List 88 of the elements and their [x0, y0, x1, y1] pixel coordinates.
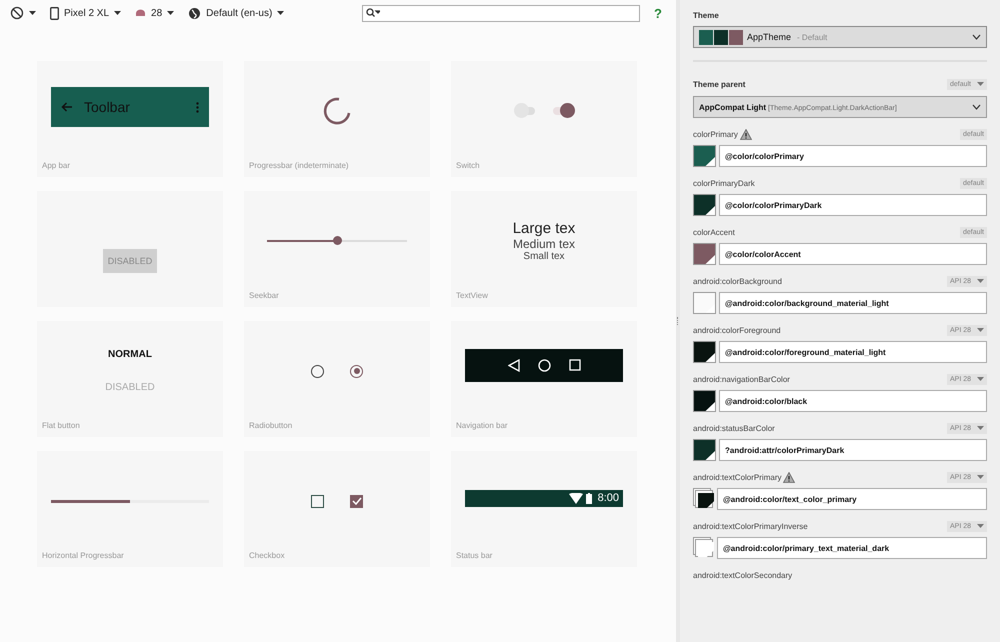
attribute-label: android:textColorPrimary — [693, 472, 782, 482]
preview-label: Checkbox — [249, 551, 286, 561]
warning-icon — [783, 472, 796, 482]
attribute-label: android:navigationBarColor — [693, 374, 790, 384]
caret-icon — [114, 11, 122, 15]
toolbar-title: Toolbar — [84, 99, 131, 115]
preview-label: Seekbar — [249, 291, 280, 301]
preview-label: Progressbar (indeterminate) — [249, 161, 350, 171]
value-field[interactable]: @android:color/foreground_material_light — [719, 341, 987, 363]
caret-icon — [167, 11, 174, 15]
help-button[interactable]: ? — [654, 6, 662, 20]
phone-icon — [50, 6, 59, 20]
caret-icon — [977, 426, 984, 430]
color-swatch[interactable] — [693, 537, 714, 557]
preview-label: App bar — [42, 161, 72, 171]
value-field[interactable]: @color/colorAccent — [719, 243, 987, 265]
preview-label: Switch — [456, 161, 481, 171]
color-swatch[interactable] — [693, 243, 716, 265]
preview-label: Horizontal Progressbar — [42, 551, 125, 561]
sample-text: Medium tex — [512, 237, 575, 251]
status-time: 8:00 — [598, 492, 619, 504]
spinner-icon — [322, 96, 352, 126]
wifi-icon — [568, 492, 583, 504]
attribute-label: Theme parent — [693, 80, 746, 88]
attribute-label: android:textColorSecondary — [693, 570, 792, 580]
section-label: Theme — [693, 10, 720, 22]
color-swatch[interactable] — [693, 145, 716, 167]
caret-icon — [977, 524, 984, 528]
theme-dropdown[interactable]: AppTheme - Default — [693, 26, 987, 48]
radio-button[interactable] — [311, 364, 324, 378]
color-swatch[interactable] — [693, 390, 716, 412]
caret-icon — [977, 328, 984, 332]
preview-label: Flat button — [42, 421, 81, 431]
recents-icon — [568, 359, 580, 371]
orientation-dropdown[interactable] — [10, 6, 36, 20]
value-field[interactable]: ?android:attr/colorPrimaryDark — [719, 439, 987, 461]
attribute-label: android:colorBackground — [693, 276, 782, 286]
value-field[interactable]: @android:color/primary_text_material_dark — [717, 537, 987, 559]
caret-icon — [29, 11, 36, 15]
attribute-label: android:colorForeground — [693, 326, 781, 334]
chevron-icon — [972, 34, 981, 40]
value-field[interactable]: @color/colorPrimary — [719, 145, 987, 167]
color-swatch[interactable] — [693, 292, 716, 314]
caret-icon — [977, 279, 984, 283]
chevron-icon — [972, 104, 981, 110]
device-dropdown[interactable]: Pixel 2 XL — [50, 6, 122, 20]
back-icon — [508, 358, 520, 372]
sample-text: Small tex — [523, 251, 565, 262]
value-field[interactable]: @android:color/text_color_primary — [717, 488, 987, 510]
attribute-label: colorAccent — [693, 228, 735, 236]
flat-button[interactable]: NORMAL — [108, 349, 152, 360]
home-icon — [538, 358, 550, 372]
check-icon — [352, 497, 362, 505]
seekbar-thumb[interactable] — [333, 236, 342, 245]
attribute-label: colorPrimaryDark — [693, 178, 755, 188]
globe-icon — [188, 6, 202, 20]
checkbox[interactable] — [350, 494, 363, 508]
sample-text: Large tex — [512, 220, 576, 237]
color-swatch[interactable] — [693, 341, 716, 363]
search-icon — [366, 8, 380, 18]
caret-icon — [977, 82, 984, 86]
preview-label: Status bar — [456, 551, 494, 561]
color-swatch[interactable] — [693, 488, 714, 508]
api-dropdown[interactable]: 28 — [135, 8, 174, 18]
attribute-label: android:statusBarColor — [693, 424, 775, 432]
value-field[interactable]: @color/colorPrimaryDark — [719, 194, 987, 216]
battery-icon — [586, 492, 592, 504]
more-icon — [196, 102, 199, 112]
preview-label: TextView — [456, 291, 489, 301]
search-field[interactable] — [362, 4, 640, 22]
radio-button[interactable] — [350, 364, 363, 378]
attribute-label: android:textColorPrimaryInverse — [693, 522, 808, 530]
color-swatch[interactable] — [693, 439, 716, 461]
android-icon — [135, 9, 146, 17]
caret-icon — [977, 475, 984, 479]
attribute-label: colorPrimary — [693, 130, 738, 138]
preview-label: Radiobutton — [249, 421, 294, 431]
caret-icon — [277, 11, 284, 15]
caret-icon — [977, 377, 984, 381]
checkbox[interactable] — [311, 494, 324, 508]
warning-icon — [740, 128, 752, 140]
value-field[interactable]: @android:color/black — [719, 390, 987, 412]
rotate-icon — [10, 6, 24, 20]
back-arrow-icon — [61, 102, 73, 112]
value-field[interactable]: @android:color/background_material_light — [719, 292, 987, 314]
preview-label: Navigation bar — [456, 421, 509, 431]
locale-dropdown[interactable]: Default (en-us) — [188, 6, 284, 20]
color-swatch[interactable] — [693, 194, 716, 216]
